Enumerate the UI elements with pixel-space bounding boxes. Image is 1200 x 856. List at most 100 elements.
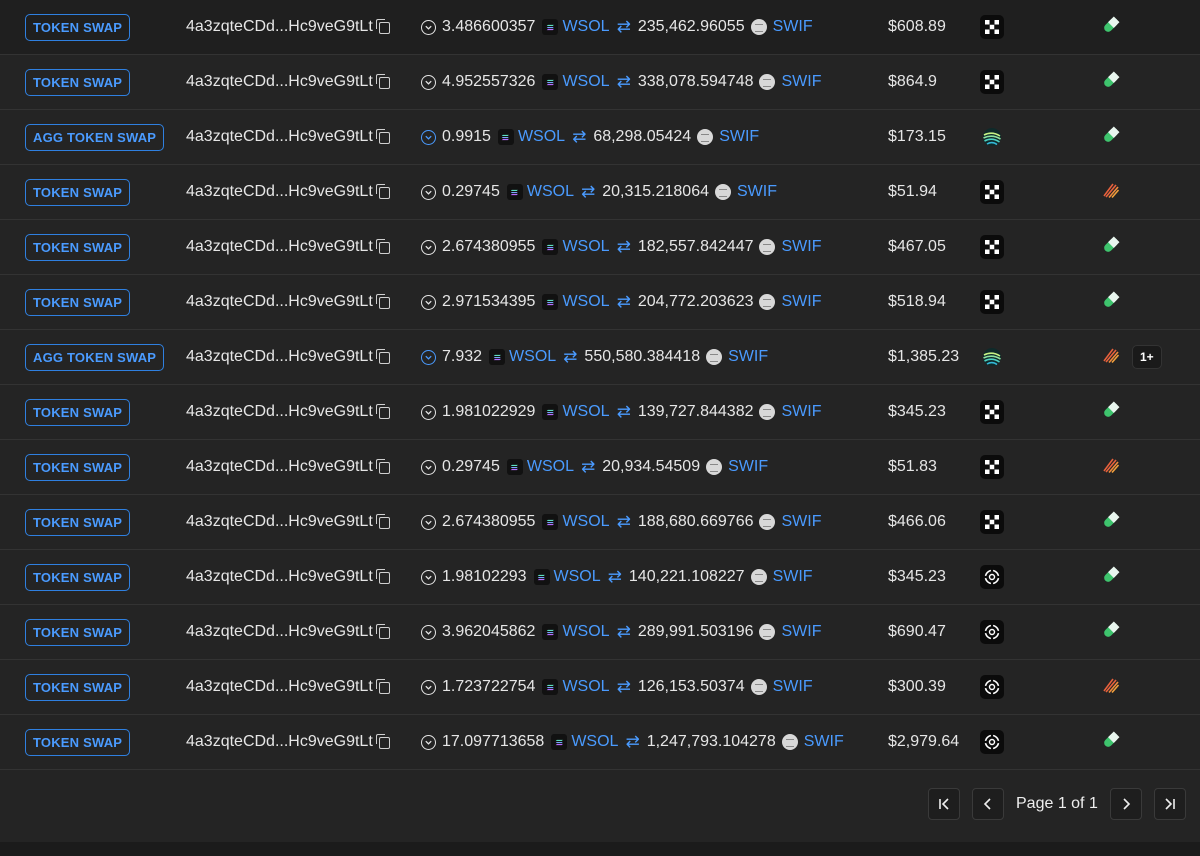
signature-link[interactable]: 4a3zqteCDd...Hc9veG9tLt — [186, 513, 373, 531]
chevron-down-icon[interactable] — [421, 734, 436, 750]
pill-icon[interactable] — [1100, 399, 1122, 426]
signature-link[interactable]: 4a3zqteCDd...Hc9veG9tLt — [186, 403, 373, 421]
token-in-link[interactable]: WSOL — [562, 403, 609, 421]
signature-link[interactable]: 4a3zqteCDd...Hc9veG9tLt — [186, 678, 373, 696]
copy-icon[interactable] — [375, 74, 390, 89]
pill-icon[interactable] — [1100, 289, 1122, 316]
signature-link[interactable]: 4a3zqteCDd...Hc9veG9tLt — [186, 348, 373, 366]
token-out-link[interactable]: SWIF — [781, 73, 821, 91]
chevron-down-icon[interactable] — [421, 514, 436, 530]
table-row[interactable]: TOKEN SWAP 4a3zqteCDd...Hc9veG9tLt 4.95255… — [0, 55, 1200, 110]
token-in-link[interactable]: WSOL — [562, 513, 609, 531]
copy-icon[interactable] — [375, 679, 390, 694]
copy-icon[interactable] — [375, 514, 390, 529]
token-out-link[interactable]: SWIF — [781, 623, 821, 641]
token-in-link[interactable]: WSOL — [562, 238, 609, 256]
signature-link[interactable]: 4a3zqteCDd...Hc9veG9tLt — [186, 183, 373, 201]
copy-icon[interactable] — [375, 624, 390, 639]
signature-link[interactable]: 4a3zqteCDd...Hc9veG9tLt — [186, 128, 373, 146]
table-row[interactable]: AGG TOKEN SWAP 4a3zqteCDd...Hc9veG9tLt 7.9… — [0, 330, 1200, 385]
token-out-link[interactable]: SWIF — [728, 348, 768, 366]
okx-icon[interactable] — [980, 235, 1004, 259]
pill-icon[interactable] — [1100, 14, 1122, 41]
target-icon[interactable] — [980, 620, 1004, 644]
more-sources-badge[interactable]: 1+ — [1132, 345, 1162, 369]
table-row[interactable]: TOKEN SWAP 4a3zqteCDd...Hc9veG9tLt 0.29745… — [0, 440, 1200, 495]
table-row[interactable]: TOKEN SWAP 4a3zqteCDd...Hc9veG9tLt 1.72372… — [0, 660, 1200, 715]
token-in-link[interactable]: WSOL — [571, 733, 618, 751]
table-row[interactable]: TOKEN SWAP 4a3zqteCDd...Hc9veG9tLt 3.48660… — [0, 0, 1200, 55]
meteora-icon[interactable] — [1100, 674, 1122, 701]
token-out-link[interactable]: SWIF — [804, 733, 844, 751]
okx-icon[interactable] — [980, 290, 1004, 314]
okx-icon[interactable] — [980, 70, 1004, 94]
pill-icon[interactable] — [1100, 619, 1122, 646]
tx-type-badge[interactable]: TOKEN SWAP — [25, 673, 131, 701]
chevron-down-icon[interactable] — [421, 19, 436, 35]
token-in-link[interactable]: WSOL — [527, 183, 574, 201]
token-in-link[interactable]: WSOL — [562, 73, 609, 91]
copy-icon[interactable] — [375, 239, 390, 254]
chevron-down-icon[interactable] — [421, 624, 436, 640]
chevron-down-icon[interactable] — [421, 294, 436, 310]
pill-icon[interactable] — [1100, 564, 1122, 591]
copy-icon[interactable] — [375, 734, 390, 749]
table-row[interactable]: TOKEN SWAP 4a3zqteCDd...Hc9veG9tLt 0.29745… — [0, 165, 1200, 220]
chevron-down-icon[interactable] — [421, 569, 436, 585]
copy-icon[interactable] — [375, 129, 390, 144]
chevron-down-icon[interactable] — [421, 404, 436, 420]
okx-icon[interactable] — [980, 15, 1004, 39]
signature-link[interactable]: 4a3zqteCDd...Hc9veG9tLt — [186, 623, 373, 641]
pill-icon[interactable] — [1100, 729, 1122, 756]
tx-type-badge[interactable]: TOKEN SWAP — [25, 508, 131, 536]
chevron-down-icon[interactable] — [421, 74, 436, 90]
target-icon[interactable] — [980, 565, 1004, 589]
signature-link[interactable]: 4a3zqteCDd...Hc9veG9tLt — [186, 733, 373, 751]
okx-icon[interactable] — [980, 510, 1004, 534]
target-icon[interactable] — [980, 675, 1004, 699]
chevron-down-icon[interactable] — [421, 129, 436, 145]
token-in-link[interactable]: WSOL — [562, 18, 609, 36]
copy-icon[interactable] — [375, 349, 390, 364]
signature-link[interactable]: 4a3zqteCDd...Hc9veG9tLt — [186, 293, 373, 311]
token-in-link[interactable]: WSOL — [527, 458, 574, 476]
table-row[interactable]: TOKEN SWAP 4a3zqteCDd...Hc9veG9tLt 1.98102… — [0, 385, 1200, 440]
chevron-down-icon[interactable] — [421, 349, 436, 365]
pill-icon[interactable] — [1100, 509, 1122, 536]
table-row[interactable]: TOKEN SWAP 4a3zqteCDd...Hc9veG9tLt 3.96204… — [0, 605, 1200, 660]
token-out-link[interactable]: SWIF — [728, 458, 768, 476]
tx-type-badge[interactable]: TOKEN SWAP — [25, 618, 131, 646]
jupiter-icon[interactable] — [980, 125, 1004, 149]
table-row[interactable]: TOKEN SWAP 4a3zqteCDd...Hc9veG9tLt 1.98102… — [0, 550, 1200, 605]
token-out-link[interactable]: SWIF — [737, 183, 777, 201]
okx-icon[interactable] — [980, 455, 1004, 479]
signature-link[interactable]: 4a3zqteCDd...Hc9veG9tLt — [186, 568, 373, 586]
table-row[interactable]: TOKEN SWAP 4a3zqteCDd...Hc9veG9tLt 2.67438… — [0, 220, 1200, 275]
token-out-link[interactable]: SWIF — [719, 128, 759, 146]
chevron-down-icon[interactable] — [421, 459, 436, 475]
meteora-icon[interactable] — [1100, 344, 1122, 371]
token-in-link[interactable]: WSOL — [509, 348, 556, 366]
tx-type-badge[interactable]: TOKEN SWAP — [25, 398, 131, 426]
tx-type-badge[interactable]: TOKEN SWAP — [25, 13, 131, 41]
meteora-icon[interactable] — [1100, 454, 1122, 481]
token-out-link[interactable]: SWIF — [781, 513, 821, 531]
token-in-link[interactable]: WSOL — [518, 128, 565, 146]
signature-link[interactable]: 4a3zqteCDd...Hc9veG9tLt — [186, 18, 373, 36]
token-out-link[interactable]: SWIF — [781, 403, 821, 421]
copy-icon[interactable] — [375, 19, 390, 34]
pill-icon[interactable] — [1100, 124, 1122, 151]
meteora-icon[interactable] — [1100, 179, 1122, 206]
token-out-link[interactable]: SWIF — [781, 293, 821, 311]
target-icon[interactable] — [980, 730, 1004, 754]
pill-icon[interactable] — [1100, 69, 1122, 96]
first-page-button[interactable] — [928, 788, 960, 820]
chevron-down-icon[interactable] — [421, 239, 436, 255]
jupiter-icon[interactable] — [980, 345, 1004, 369]
table-row[interactable]: AGG TOKEN SWAP 4a3zqteCDd...Hc9veG9tLt 0.9… — [0, 110, 1200, 165]
okx-icon[interactable] — [980, 180, 1004, 204]
tx-type-badge[interactable]: AGG TOKEN SWAP — [25, 123, 165, 151]
tx-type-badge[interactable]: TOKEN SWAP — [25, 728, 131, 756]
copy-icon[interactable] — [375, 294, 390, 309]
token-in-link[interactable]: WSOL — [562, 623, 609, 641]
